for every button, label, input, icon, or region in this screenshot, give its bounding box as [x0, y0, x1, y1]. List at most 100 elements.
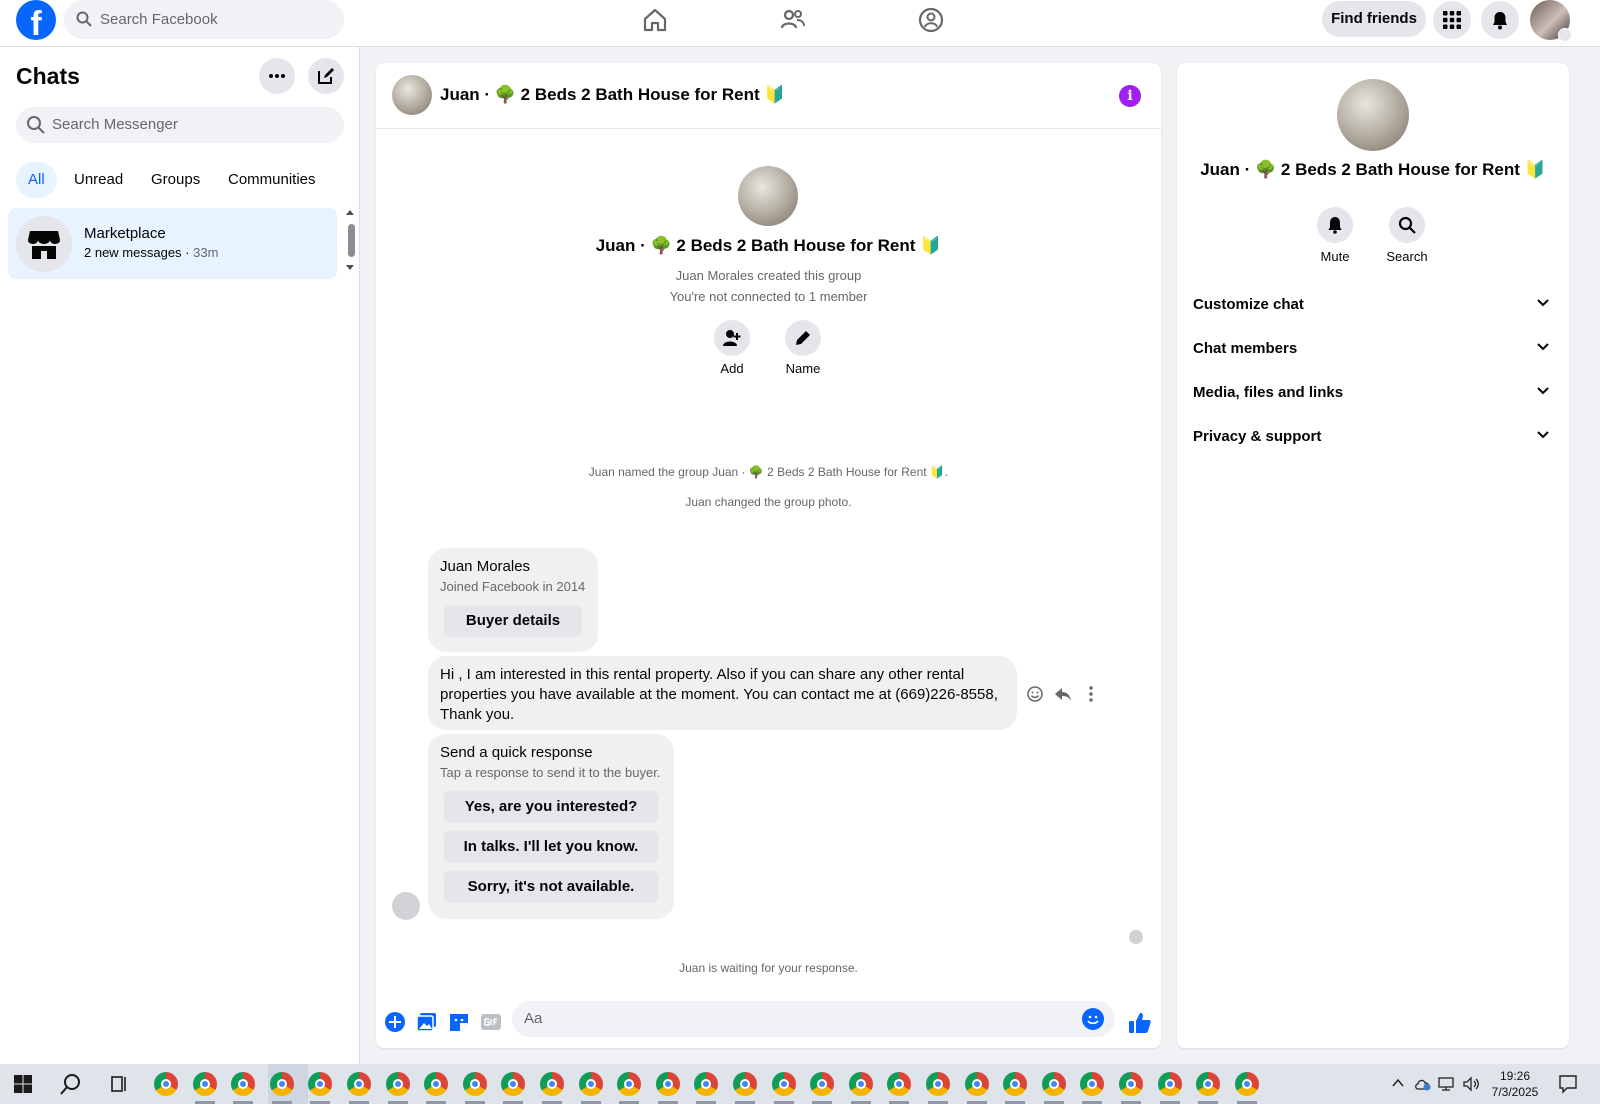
groups-icon[interactable]: [917, 6, 945, 34]
section-privacy-support[interactable]: Privacy & support: [1193, 417, 1553, 457]
menu-button[interactable]: [1433, 1, 1471, 39]
cloud-icon[interactable]: [1414, 1076, 1432, 1092]
search-in-conversation-button[interactable]: [1389, 207, 1425, 243]
buyer-details-button[interactable]: Buyer details: [444, 605, 582, 637]
plus-circle-icon[interactable]: [384, 1011, 406, 1033]
browser-app-icon[interactable]: [231, 1072, 255, 1096]
browser-app-icon[interactable]: [270, 1072, 294, 1096]
browser-app-icon[interactable]: [1235, 1072, 1259, 1096]
profile-avatar[interactable]: [1530, 0, 1572, 42]
clock-time: 19:26: [1499, 1069, 1531, 1083]
thumbs-up-icon[interactable]: [1128, 1011, 1152, 1035]
browser-app-icon[interactable]: [772, 1072, 796, 1096]
browser-app-icon[interactable]: [656, 1072, 680, 1096]
browser-app-icon[interactable]: [1003, 1072, 1027, 1096]
page-scrollbar[interactable]: [1580, 47, 1600, 1064]
browser-app-icon[interactable]: [1119, 1072, 1143, 1096]
browser-app-icon[interactable]: [579, 1072, 603, 1096]
rename-group-button[interactable]: [785, 320, 821, 356]
chats-options-button[interactable]: [259, 58, 295, 94]
add-person-icon: [723, 330, 741, 346]
sticker-icon[interactable]: [448, 1011, 470, 1033]
taskbar-clock[interactable]: 19:26 7/3/2025: [1480, 1068, 1550, 1100]
browser-app-icon[interactable]: [154, 1072, 178, 1096]
message-composer: Aa: [376, 998, 1161, 1048]
browser-app-icon[interactable]: [347, 1072, 371, 1096]
browser-app-icon[interactable]: [694, 1072, 718, 1096]
gif-icon[interactable]: [480, 1011, 502, 1033]
filter-tab-unread[interactable]: Unread: [62, 162, 135, 198]
conversation-panel: Juan · 🌳 2 Beds 2 Bath House for Rent 🔰 …: [376, 63, 1161, 1048]
section-label: Customize chat: [1193, 296, 1304, 313]
browser-app-icon[interactable]: [193, 1072, 217, 1096]
marketplace-avatar: [16, 216, 72, 272]
shop-icon: [28, 231, 60, 259]
chat-time: 33m: [193, 245, 219, 260]
message-bubble[interactable]: Hi , I am interested in this rental prop…: [428, 656, 1017, 730]
message-input[interactable]: Aa: [512, 1001, 1115, 1037]
chevron-down-icon: [1558, 28, 1572, 42]
group-avatar[interactable]: [392, 75, 432, 115]
add-member-button[interactable]: [714, 320, 750, 356]
browser-app-icon[interactable]: [1042, 1072, 1066, 1096]
friends-icon[interactable]: [779, 6, 807, 34]
browser-app-icon[interactable]: [1080, 1072, 1104, 1096]
filter-tab-communities[interactable]: Communities: [216, 162, 328, 198]
messenger-search-input[interactable]: Search Messenger: [16, 107, 344, 143]
browser-app-icon[interactable]: [617, 1072, 641, 1096]
taskbar-search-icon[interactable]: [60, 1073, 82, 1095]
browser-app-icon[interactable]: [965, 1072, 989, 1096]
chevron-up-icon[interactable]: [1392, 1078, 1404, 1088]
facebook-logo[interactable]: f: [16, 0, 56, 40]
waiting-status: Juan is waiting for your response.: [679, 961, 858, 975]
browser-app-icon[interactable]: [733, 1072, 757, 1096]
filter-tab-all[interactable]: All: [16, 162, 57, 198]
group-photo-large: [738, 166, 798, 226]
network-icon[interactable]: [1438, 1076, 1456, 1092]
quick-response-option[interactable]: Yes, are you interested?: [444, 791, 658, 823]
chats-sidebar: Chats Search Messenger All Unread Groups…: [0, 47, 360, 1064]
chat-list-item-marketplace[interactable]: Marketplace 2 new messages · 33m: [8, 208, 337, 279]
photo-icon[interactable]: [416, 1011, 438, 1033]
mute-button[interactable]: [1317, 207, 1353, 243]
more-vertical-icon[interactable]: [1082, 685, 1100, 703]
home-icon[interactable]: [641, 6, 669, 34]
quick-response-option[interactable]: In talks. I'll let you know.: [444, 831, 658, 863]
quick-response-option[interactable]: Sorry, it's not available.: [444, 871, 658, 903]
browser-app-icon[interactable]: [540, 1072, 564, 1096]
volume-icon[interactable]: [1462, 1076, 1480, 1092]
browser-app-icon[interactable]: [501, 1072, 525, 1096]
sidebar-scrollbar-thumb[interactable]: [348, 224, 355, 257]
find-friends-button[interactable]: Find friends: [1322, 1, 1426, 37]
browser-app-icon[interactable]: [386, 1072, 410, 1096]
conversation-title[interactable]: Juan · 🌳 2 Beds 2 Bath House for Rent 🔰: [440, 85, 786, 105]
search-icon: [76, 11, 92, 27]
facebook-search-input[interactable]: Search Facebook: [64, 0, 344, 39]
grid-menu-icon: [1443, 11, 1461, 29]
new-message-button[interactable]: [308, 58, 344, 94]
section-label: Chat members: [1193, 340, 1298, 357]
browser-app-icon[interactable]: [1196, 1072, 1220, 1096]
reply-icon[interactable]: [1054, 685, 1072, 703]
notifications-button[interactable]: [1481, 1, 1519, 39]
quick-response-subtitle: Tap a response to send it to the buyer.: [440, 765, 661, 780]
browser-app-icon[interactable]: [463, 1072, 487, 1096]
mute-label: Mute: [1320, 249, 1350, 264]
notification-center-icon[interactable]: [1558, 1074, 1578, 1094]
browser-app-icon[interactable]: [887, 1072, 911, 1096]
browser-app-icon[interactable]: [1158, 1072, 1182, 1096]
windows-start-icon[interactable]: [14, 1075, 32, 1093]
browser-app-icon[interactable]: [810, 1072, 834, 1096]
section-media-files-links[interactable]: Media, files and links: [1193, 373, 1553, 413]
react-icon[interactable]: [1026, 685, 1044, 703]
browser-app-icon[interactable]: [308, 1072, 332, 1096]
task-view-icon[interactable]: [110, 1075, 128, 1093]
browser-app-icon[interactable]: [926, 1072, 950, 1096]
info-icon[interactable]: i: [1119, 85, 1141, 107]
browser-app-icon[interactable]: [849, 1072, 873, 1096]
section-chat-members[interactable]: Chat members: [1193, 329, 1553, 369]
section-customize-chat[interactable]: Customize chat: [1193, 285, 1553, 325]
browser-app-icon[interactable]: [424, 1072, 448, 1096]
filter-tab-groups[interactable]: Groups: [139, 162, 212, 198]
emoji-icon[interactable]: [1082, 1008, 1104, 1030]
